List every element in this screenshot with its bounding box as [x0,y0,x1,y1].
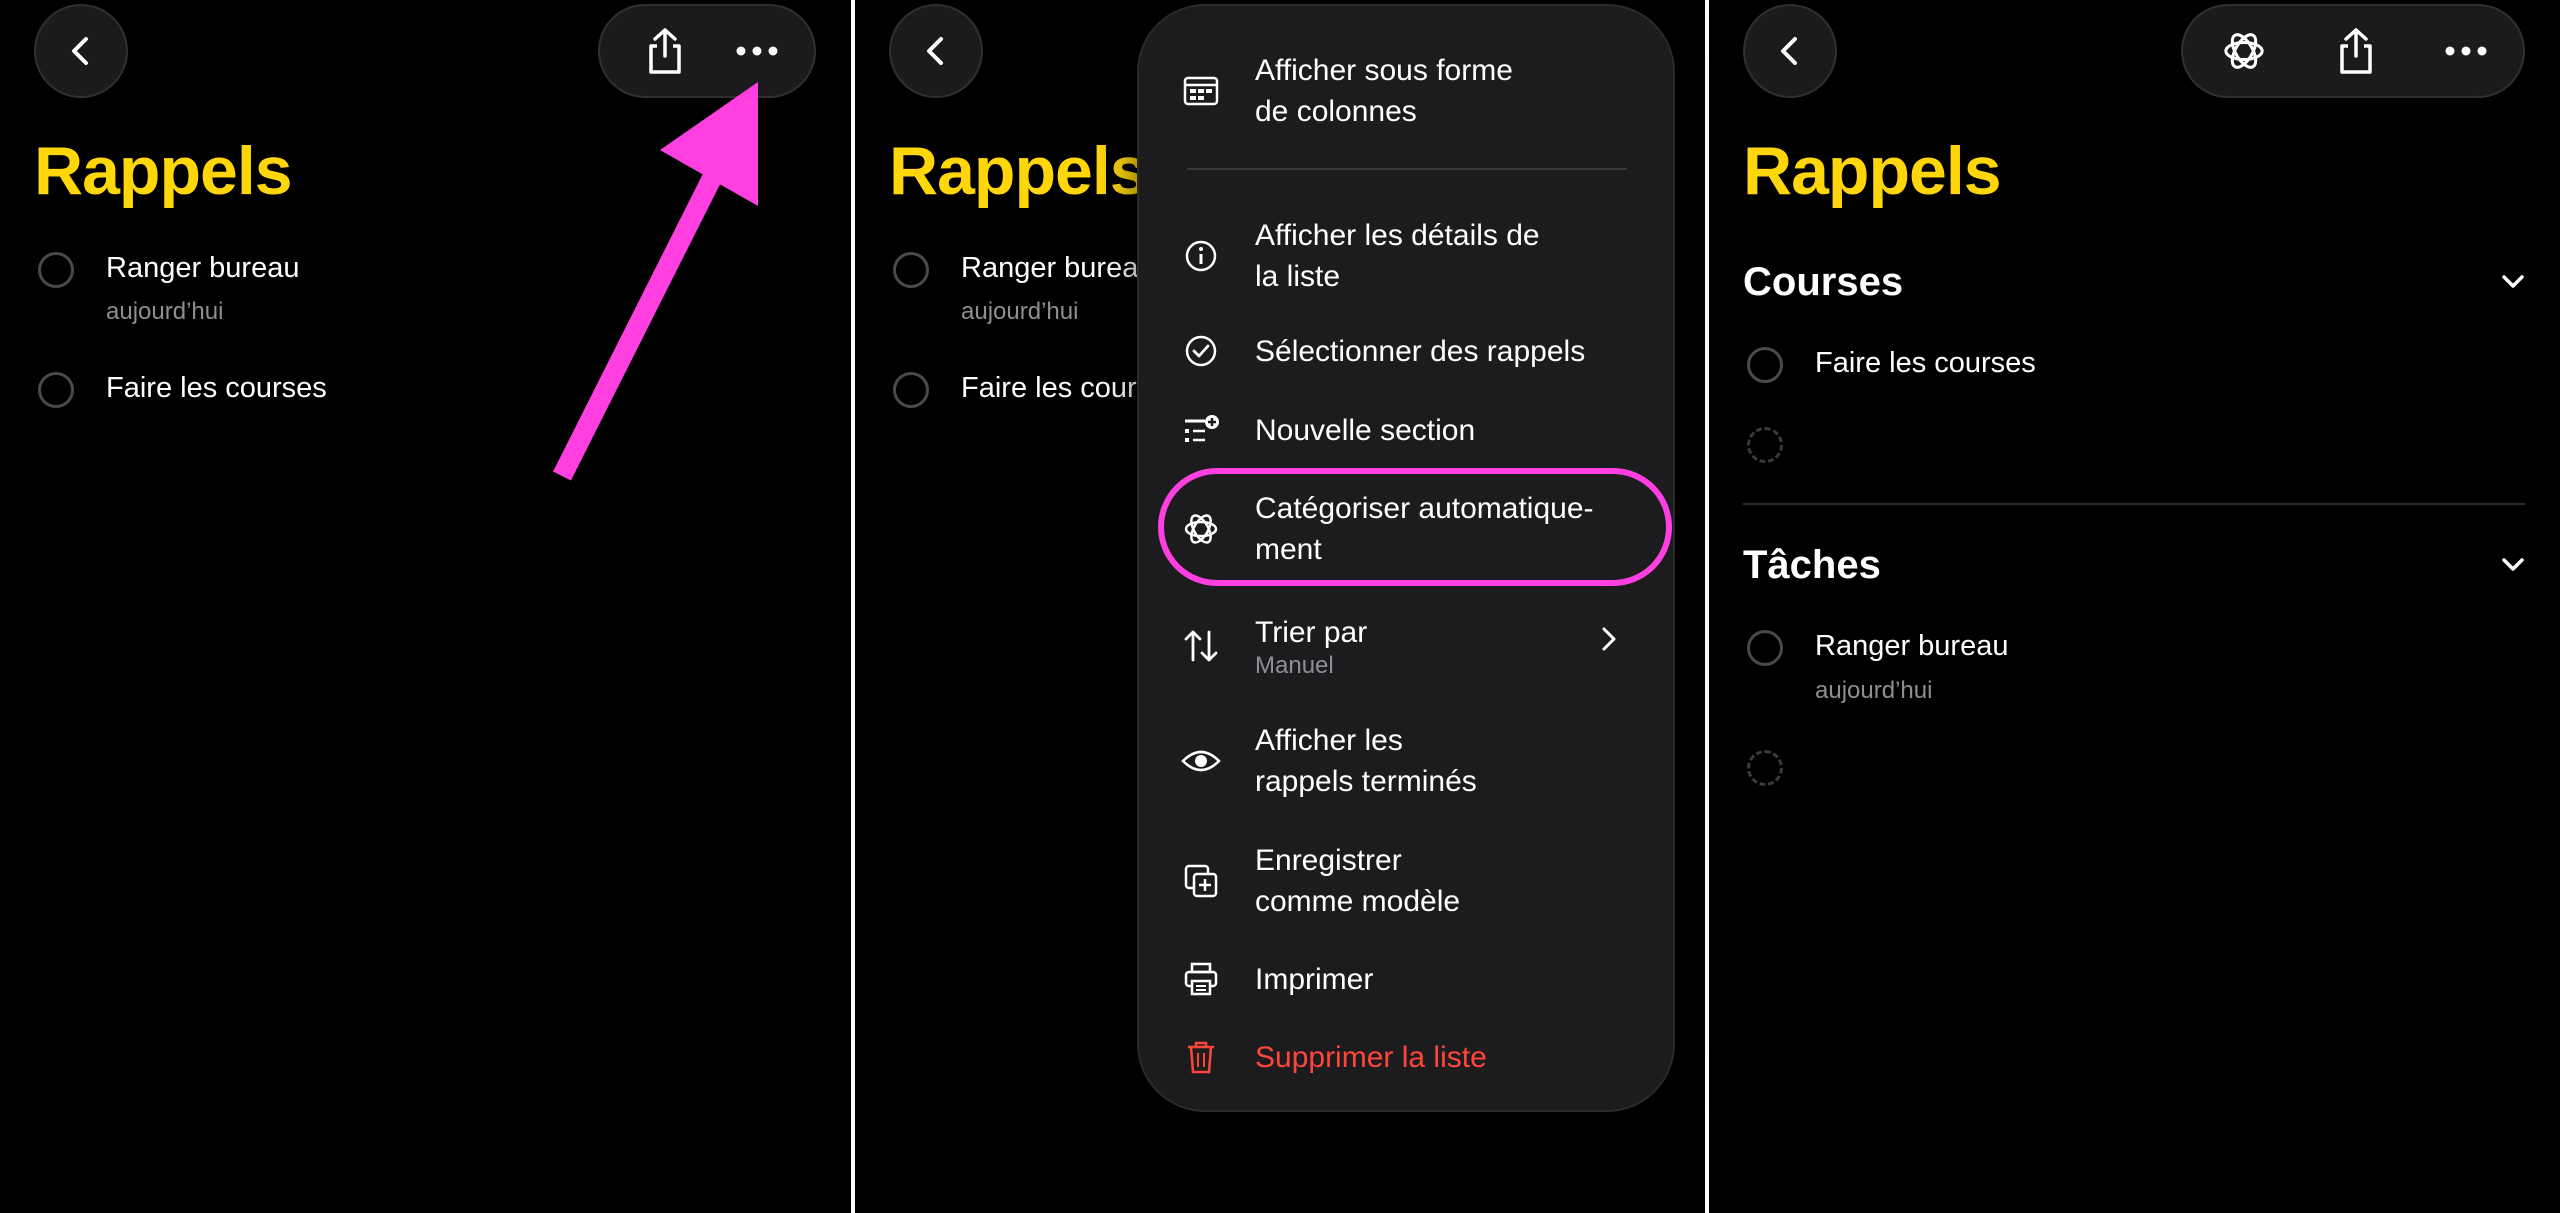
more-button[interactable] [2419,6,2513,96]
menu-item-label: Afficher sous forme [1255,54,1513,87]
share-button[interactable] [2309,6,2403,96]
auto-categorize-button[interactable] [2197,6,2291,96]
menu-item-label: Enregistrer [1255,844,1402,877]
item-date: aujourd’hui [1815,677,1933,704]
item-title[interactable]: Faire les courses [1815,347,2036,380]
chevron-down-icon[interactable] [2499,555,2527,580]
menu-separator [1187,168,1627,170]
item-checkbox[interactable] [1747,347,1783,383]
item-checkbox[interactable] [1747,630,1783,666]
menu-item-label: Supprimer la liste [1255,1041,1487,1074]
back-button[interactable] [1743,4,1837,98]
item-title[interactable]: Ranger bureau [961,252,1154,285]
eye-icon [1181,741,1221,781]
menu-item-label: comme modèle [1255,885,1461,918]
columns-icon [1181,71,1221,111]
menu-item-label: Afficher les [1255,724,1403,757]
menu-item-label: Trier par [1255,616,1368,649]
chevron-left-icon [1781,37,1797,65]
menu-item-label: rappels terminés [1255,765,1477,798]
menu-item-label: de colonnes [1255,95,1417,128]
template-icon [1181,861,1221,901]
info-icon [1181,236,1221,276]
chevron-right-icon [1599,624,1619,659]
item-date: aujourd’hui [961,298,1079,325]
annotation-highlight-ring [1158,468,1672,586]
item-title[interactable]: Ranger bureau [1815,630,2008,663]
item-checkbox[interactable] [893,372,929,408]
annotation-arrow [553,82,758,481]
trash-icon [1181,1037,1221,1077]
section-separator [1743,503,2525,505]
back-button[interactable] [889,4,983,98]
printer-icon [1181,959,1221,999]
menu-item-label: Afficher les détails de [1255,219,1540,252]
panel-left: Rappels Ranger bureau aujourd’hui Faire … [0,0,851,1213]
new-section-icon [1181,410,1221,450]
panel-right: Rappels Courses Faire les courses Tâches… [1709,0,2560,1213]
new-item-placeholder[interactable] [1747,427,1783,463]
page-title: Rappels [889,133,1148,209]
page-title: Rappels [1743,133,2002,209]
item-checkbox[interactable] [893,252,929,288]
section-title[interactable]: Tâches [1743,543,1881,588]
menu-item-label: Nouvelle section [1255,414,1476,447]
toolbar-pill [2181,4,2525,98]
sort-icon [1181,626,1221,666]
menu-item-label: Imprimer [1255,963,1374,996]
new-item-placeholder[interactable] [1747,750,1783,786]
chevron-left-icon [927,37,943,65]
more-icon [2445,46,2487,56]
chevron-down-icon[interactable] [2499,272,2527,297]
checkmark-circle-icon [1181,331,1221,371]
menu-item-sublabel: Manuel [1255,652,1334,679]
sparkle-icon [2224,33,2264,69]
menu-item-label: Sélectionner des rappels [1255,335,1586,368]
share-icon [2340,28,2372,74]
menu-item-label: la liste [1255,260,1341,293]
section-title[interactable]: Courses [1743,260,1903,305]
